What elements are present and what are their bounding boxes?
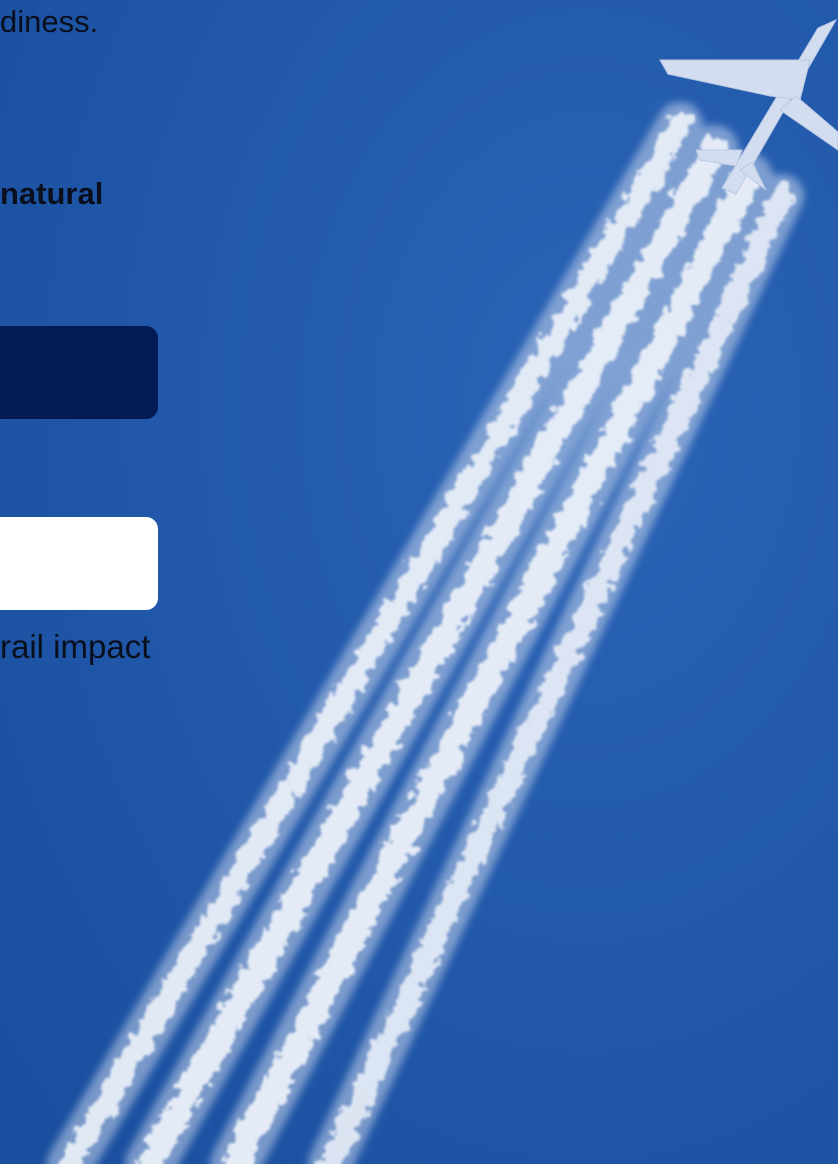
text-line-natural: natural — [0, 176, 104, 211]
text-line-contrail-impact: rail impact — [0, 628, 151, 665]
white-panel — [0, 517, 158, 610]
dark-panel — [0, 326, 158, 419]
text-line-readiness: diness. — [0, 4, 99, 39]
